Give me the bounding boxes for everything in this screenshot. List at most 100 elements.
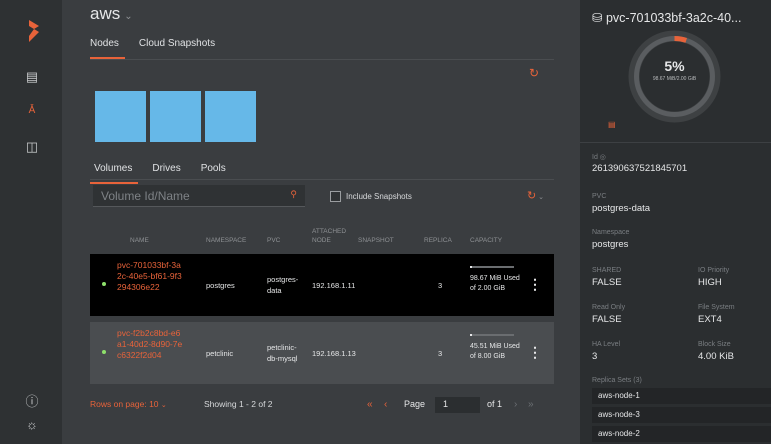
- prev-page-icon[interactable]: ‹: [384, 399, 387, 410]
- volume-replica: 3: [438, 349, 443, 358]
- status-online-dot: [102, 350, 106, 354]
- chart-icon[interactable]: ▤: [608, 120, 616, 129]
- volume-node: 192.168.1.13: [312, 349, 356, 358]
- rows-per-page-label: Rows on page: 10: [90, 399, 159, 409]
- node-tile[interactable]: [95, 91, 146, 142]
- volume-tabs: Volumes Drives Pools: [90, 163, 246, 184]
- col-attached-node: ATTACHED NODE: [312, 228, 347, 244]
- shared-value: FALSE: [592, 277, 622, 288]
- volume-namespace: postgres: [206, 281, 235, 290]
- replica-set-item[interactable]: aws-node-2: [592, 426, 771, 442]
- node-tile[interactable]: [150, 91, 201, 142]
- chevron-down-icon: ⌄: [160, 402, 167, 409]
- volume-node: 192.168.1.11: [312, 281, 356, 290]
- id-label: Id ◎: [592, 153, 606, 161]
- page-label: Page: [404, 399, 426, 409]
- tab-divider: [90, 179, 554, 180]
- capacity-bar: [470, 266, 514, 268]
- tab-divider: [90, 59, 554, 60]
- col-capacity: CAPACITY: [470, 237, 503, 244]
- replica-set-item[interactable]: aws-node-1: [592, 388, 771, 404]
- col-snapshot: SNAPSHOT: [358, 237, 394, 244]
- chevron-down-icon: ⌄: [124, 11, 133, 22]
- left-nav-rail: ▤ Ẵ ◫ ⓘ ☼: [0, 0, 62, 444]
- capacity-bar-fill: [470, 334, 472, 336]
- volume-replica: 3: [438, 281, 443, 290]
- next-page-icon[interactable]: ›: [514, 399, 517, 410]
- tab-pools[interactable]: Pools: [201, 163, 232, 184]
- status-online-dot: [102, 282, 106, 286]
- usage-percent: 5%: [664, 58, 685, 74]
- io-priority-value: HIGH: [698, 277, 722, 288]
- filesystem-label: File System: [698, 304, 735, 311]
- row-actions-icon[interactable]: ⋮: [528, 276, 542, 293]
- namespace-label: Namespace: [592, 229, 630, 236]
- pvc-value: postgres-data: [592, 203, 651, 214]
- replica-set-item[interactable]: aws-node-3: [592, 407, 771, 423]
- filesystem-value: EXT4: [698, 314, 722, 325]
- panel-divider: [580, 142, 771, 143]
- storage-icon[interactable]: ◫: [23, 138, 41, 156]
- block-size-value: 4.00 KiB: [698, 351, 734, 362]
- volume-name-link[interactable]: pvc-f2b2c8bd-e6a1-40d2-8d90-7ec6322f2d04: [117, 328, 183, 361]
- eye-icon[interactable]: ◎: [600, 154, 606, 161]
- user-icon[interactable]: ☼: [23, 416, 41, 434]
- volume-search-input[interactable]: Volume Id/Name ⚲: [93, 185, 305, 207]
- showing-count: Showing 1 - 2 of 2: [204, 399, 273, 409]
- volume-id: 261390637521845701: [592, 163, 688, 174]
- volume-capacity: 98.67 MiB Used of 2.00 GiB: [470, 275, 520, 292]
- tab-volumes[interactable]: Volumes: [90, 163, 139, 184]
- row-actions-icon[interactable]: ⋮: [528, 344, 542, 361]
- table-row[interactable]: pvc-f2b2c8bd-e6a1-40d2-8d90-7ec6322f2d04…: [90, 322, 554, 384]
- refresh-volumes-icon[interactable]: ↻ ⌄: [527, 189, 544, 202]
- volume-pvc: postgres-data: [267, 275, 299, 295]
- search-placeholder: Volume Id/Name: [101, 189, 190, 203]
- volume-pvc: petclinic-db-mysql: [267, 343, 298, 363]
- node-tile[interactable]: [205, 91, 256, 142]
- main-content: aws ⌄ Nodes Cloud Snapshots ↻ Volumes Dri…: [62, 0, 580, 444]
- volume-namespace: petclinic: [206, 349, 234, 358]
- tab-drives[interactable]: Drives: [152, 163, 186, 184]
- read-only-value: FALSE: [592, 314, 622, 325]
- node-map: [95, 91, 256, 142]
- shared-label: SHARED: [592, 267, 622, 274]
- include-snapshots-label: Include Snapshots: [346, 192, 412, 201]
- volume-detail-panel: ⛁ pvc-701033bf-3a2c-40... 5% 98.67 MiB/2…: [580, 0, 771, 444]
- read-only-label: Read Only: [592, 304, 626, 311]
- tab-cloud-snapshots[interactable]: Cloud Snapshots: [139, 38, 221, 59]
- last-page-icon[interactable]: »: [528, 399, 534, 410]
- info-icon[interactable]: ⓘ: [23, 393, 41, 411]
- cluster-selector[interactable]: aws ⌄: [90, 4, 133, 24]
- col-namespace: NAMESPACE: [206, 237, 247, 244]
- volume-capacity: 45.51 MiB Used of 8.00 GiB: [470, 343, 520, 360]
- volume-name-link[interactable]: pvc-701033bf-3a2c-40e5-bf61-9f3294306e22: [117, 260, 183, 293]
- capacity-bar: [470, 334, 514, 336]
- ha-label: HA Level: [592, 341, 621, 348]
- tab-nodes[interactable]: Nodes: [90, 38, 125, 59]
- panel-title-text: pvc-701033bf-3a2c-40...: [605, 11, 742, 25]
- dashboard-icon[interactable]: ▤: [23, 68, 41, 86]
- replica-sets-label: Replica Sets (3): [592, 377, 642, 384]
- col-name: NAME: [130, 237, 149, 244]
- portworx-logo[interactable]: [25, 20, 39, 42]
- search-icon[interactable]: ⚲: [290, 189, 297, 200]
- include-snapshots-checkbox[interactable]: [330, 191, 341, 202]
- capacity-bar-fill: [470, 266, 473, 268]
- first-page-icon[interactable]: «: [367, 399, 373, 410]
- panel-title: ⛁ pvc-701033bf-3a2c-40...: [592, 10, 741, 25]
- col-pvc: PVC: [267, 237, 281, 244]
- table-row[interactable]: pvc-701033bf-3a2c-40e5-bf61-9f3294306e22…: [90, 254, 554, 316]
- refresh-nodes-icon[interactable]: ↻: [529, 66, 539, 80]
- rows-per-page-select[interactable]: Rows on page: 10 ⌄: [90, 399, 167, 409]
- id-label-text: Id: [592, 154, 598, 161]
- top-tabs: Nodes Cloud Snapshots: [90, 38, 235, 59]
- col-replica: REPLICA: [424, 237, 452, 244]
- page-total: of 1: [487, 399, 503, 409]
- cluster-name: aws: [90, 4, 121, 23]
- block-size-label: Block Size: [698, 341, 731, 348]
- database-icon: ⛁: [592, 11, 603, 25]
- page-number-input[interactable]: 1: [435, 397, 480, 413]
- network-icon[interactable]: Ẵ: [23, 102, 41, 120]
- ha-value: 3: [592, 351, 598, 362]
- io-priority-label: IO Priority: [698, 267, 730, 274]
